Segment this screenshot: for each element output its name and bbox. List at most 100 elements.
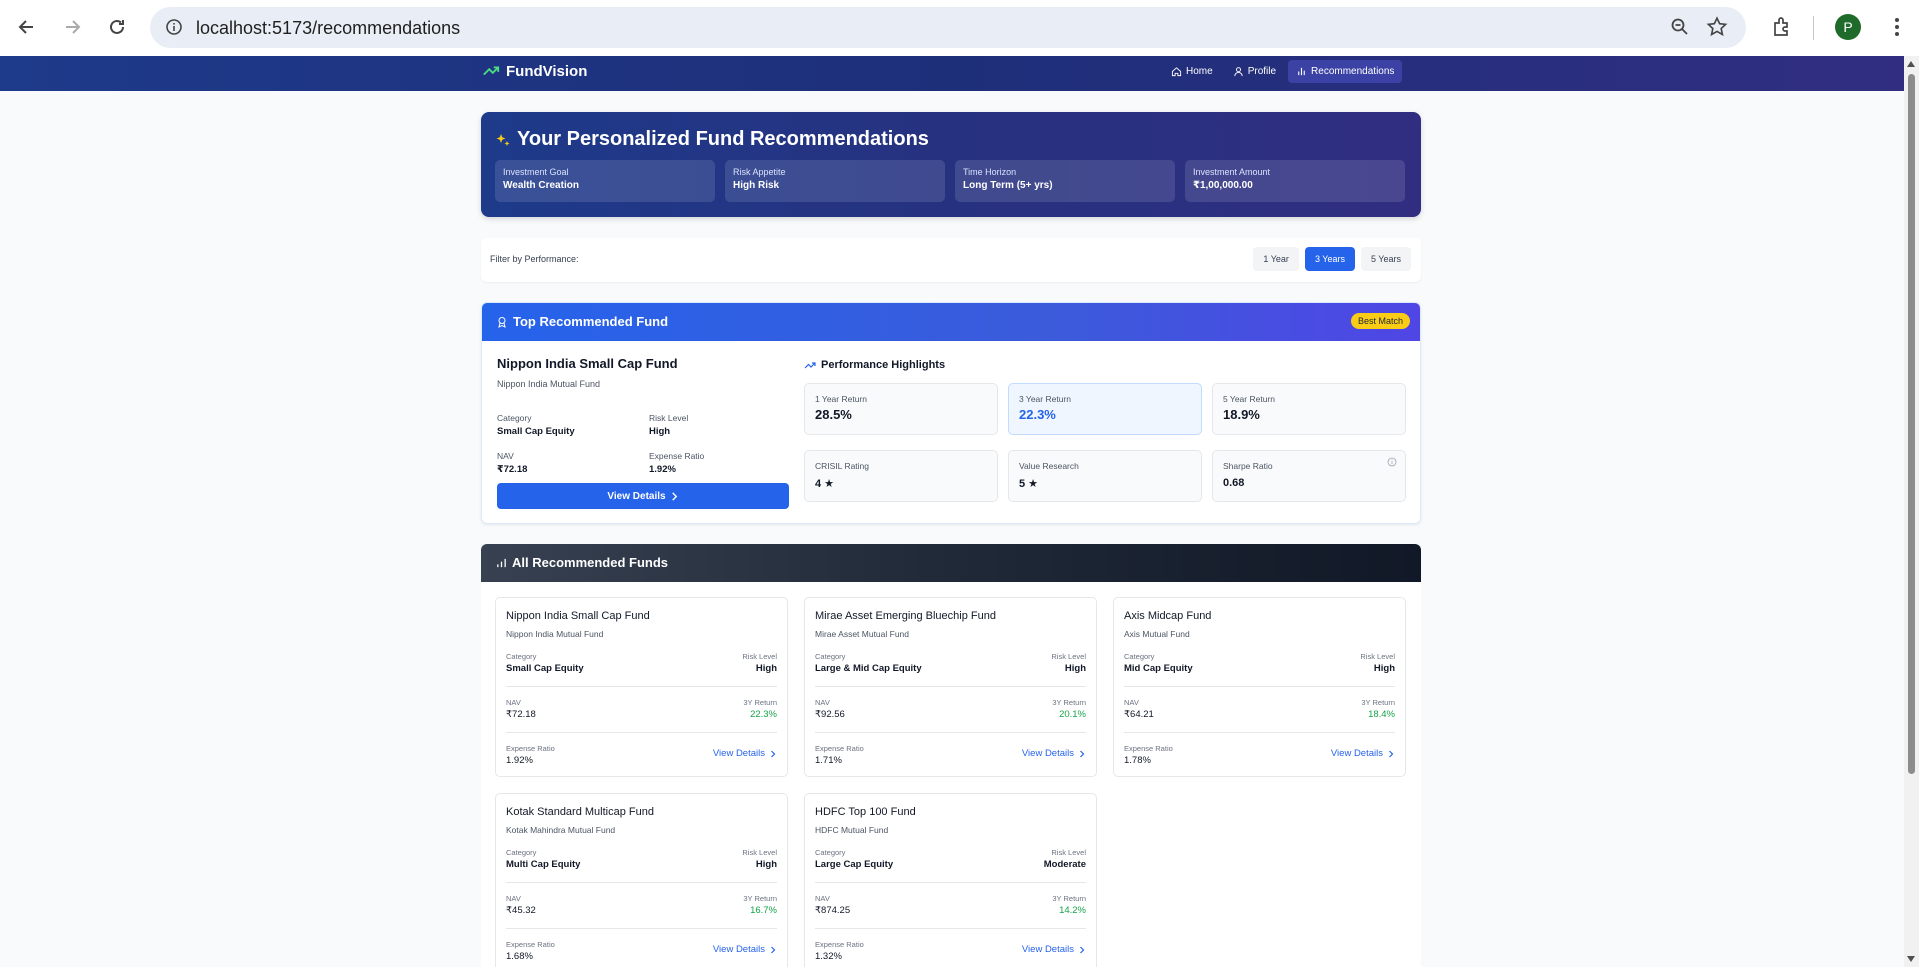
top-fund-title-text: Top Recommended Fund	[513, 314, 669, 329]
fund-name: Kotak Standard Multicap Fund	[506, 806, 654, 818]
view-details-link[interactable]: View Details	[1022, 748, 1086, 759]
field-label: Category	[815, 848, 846, 857]
star-icon[interactable]	[1706, 16, 1728, 38]
browser-toolbar: localhost:5173/recommendations P	[0, 0, 1919, 56]
field-value: 1.71%	[815, 755, 842, 766]
chevron-right-icon	[1389, 750, 1394, 757]
view-details-link[interactable]: View Details	[1331, 748, 1395, 759]
fund-category: Category Mid Cap Equity	[1124, 652, 1193, 674]
trending-up-icon	[804, 362, 816, 369]
pref-label: Time Horizon	[963, 167, 1017, 177]
reload-button[interactable]	[104, 14, 130, 40]
field-label: Risk Level	[1051, 848, 1086, 857]
url-text[interactable]: localhost:5173/recommendations	[196, 18, 460, 39]
fund-card[interactable]: HDFC Top 100 Fund HDFC Mutual Fund Categ…	[804, 793, 1097, 967]
preference-summary: Investment Goal Wealth Creation Risk App…	[495, 160, 1405, 202]
view-details-label: View Details	[712, 748, 765, 759]
bar-chart-icon	[1298, 67, 1305, 76]
field-label: Category	[1124, 652, 1155, 661]
card-divider	[815, 732, 1086, 733]
nav-recommendations-label: Recommendations	[1311, 66, 1395, 77]
field-label: NAV	[815, 698, 830, 707]
card-divider	[1124, 686, 1395, 687]
view-details-label: View Details	[1330, 748, 1383, 759]
scroll-down-arrow[interactable]	[1907, 956, 1915, 962]
info-icon[interactable]	[1387, 457, 1397, 467]
top-fund-name: Nippon India Small Cap Fund	[497, 356, 678, 371]
fund-nav: NAV ₹64.21	[1124, 698, 1154, 720]
fund-return: 3Y Return 16.7%	[743, 894, 777, 916]
brand-logo[interactable]: FundVision	[482, 62, 587, 80]
fund-category: Category Large Cap Equity	[815, 848, 893, 870]
field-value: 1.92%	[506, 755, 533, 766]
fund-house: Kotak Mahindra Mutual Fund	[506, 825, 616, 835]
all-funds-grid: Nippon India Small Cap Fund Nippon India…	[481, 582, 1421, 967]
fund-card[interactable]: Mirae Asset Emerging Bluechip Fund Mirae…	[804, 597, 1097, 777]
back-button[interactable]	[14, 14, 40, 40]
field-value: High	[1373, 663, 1395, 674]
fund-card[interactable]: Axis Midcap Fund Axis Mutual Fund Catego…	[1113, 597, 1406, 777]
field-value: Large Cap Equity	[815, 859, 894, 870]
view-details-link[interactable]: View Details	[713, 944, 777, 955]
fund-expense: Expense Ratio 1.68%	[506, 940, 555, 962]
pref-value: ₹1,00,000.00	[1193, 180, 1253, 191]
zoom-icon[interactable]	[1670, 17, 1690, 37]
filter-5-years-button[interactable]: 5 Years	[1360, 247, 1411, 271]
nav-home[interactable]: Home	[1163, 60, 1221, 83]
filter-3-years-button[interactable]: 3 Years	[1304, 247, 1355, 271]
arrow-left-icon	[18, 20, 33, 34]
extensions-icon[interactable]	[1770, 15, 1794, 39]
scroll-up-arrow[interactable]	[1907, 61, 1915, 67]
fund-card[interactable]: Kotak Standard Multicap Fund Kotak Mahin…	[495, 793, 788, 967]
metric-value: 5 ★	[1019, 478, 1039, 490]
field-value: ₹45.32	[506, 905, 536, 916]
nav-profile[interactable]: Profile	[1225, 60, 1284, 83]
nav-home-label: Home	[1186, 66, 1213, 77]
home-icon	[1171, 67, 1182, 77]
top-fund-house: Nippon India Mutual Fund	[497, 379, 601, 389]
top-recommended-fund-card: Top Recommended Fund Best Match Nippon I…	[481, 302, 1421, 524]
metric-5-year-return: 5 Year Return 18.9%	[1212, 383, 1406, 435]
fund-expense: Expense Ratio 1.32%	[815, 940, 864, 962]
app-header: FundVision Home Profile Recommendations	[0, 56, 1904, 91]
sparkles-icon	[496, 133, 510, 146]
more-menu-icon[interactable]	[1885, 15, 1909, 39]
top-fund-header: Top Recommended Fund Best Match	[482, 303, 1420, 341]
pref-label: Investment Goal	[503, 167, 569, 177]
scrollbar-thumb[interactable]	[1908, 74, 1915, 774]
hero-title: Your Personalized Fund Recommendations	[495, 128, 929, 151]
nav-recommendations[interactable]: Recommendations	[1288, 60, 1403, 83]
fund-risk: Risk Level High	[1051, 652, 1086, 674]
card-divider	[506, 732, 777, 733]
top-fund-category: Category Small Cap Equity	[497, 413, 575, 437]
profile-avatar[interactable]: P	[1835, 14, 1861, 40]
nav-profile-label: Profile	[1247, 66, 1277, 77]
fund-card[interactable]: Nippon India Small Cap Fund Nippon India…	[495, 597, 788, 777]
info-icon[interactable]	[164, 17, 184, 37]
fund-house: Nippon India Mutual Fund	[506, 629, 604, 639]
fund-category: Category Small Cap Equity	[506, 652, 584, 674]
chevron-right-icon	[771, 750, 776, 757]
field-value: Multi Cap Equity	[506, 859, 581, 870]
all-funds-title-text: All Recommended Funds	[512, 555, 669, 570]
top-fund-nav: NAV ₹72.18	[497, 451, 527, 475]
reload-icon	[110, 19, 124, 34]
hero-title-text: Your Personalized Fund Recommendations	[517, 128, 929, 150]
top-navigation: Home Profile Recommendations	[1163, 60, 1403, 83]
field-value: Mid Cap Equity	[1124, 663, 1193, 674]
performance-highlights-title: Performance Highlights	[804, 359, 945, 371]
top-fund-view-details-button[interactable]: View Details	[497, 483, 789, 509]
filter-1-year-button[interactable]: 1 Year	[1253, 247, 1299, 271]
field-label: Risk Level	[1051, 652, 1086, 661]
attr-value: High	[649, 426, 671, 437]
view-details-link[interactable]: View Details	[1022, 944, 1086, 955]
fund-name: Nippon India Small Cap Fund	[506, 610, 650, 622]
field-value: ₹72.18	[506, 709, 536, 720]
chevron-right-icon	[771, 946, 776, 953]
forward-button[interactable]	[59, 14, 85, 40]
view-details-link[interactable]: View Details	[713, 748, 777, 759]
page-scrollbar[interactable]	[1904, 56, 1919, 967]
field-value: ₹64.21	[1124, 709, 1154, 720]
address-bar[interactable]: localhost:5173/recommendations	[150, 7, 1746, 48]
attr-value: 1.92%	[649, 464, 676, 475]
